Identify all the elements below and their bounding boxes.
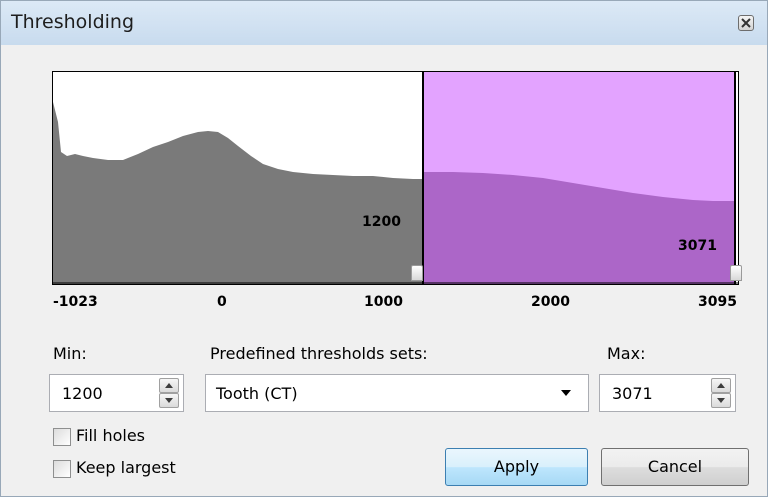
axis-tick-label: 0 bbox=[217, 294, 227, 310]
histogram-area-left bbox=[53, 102, 423, 284]
title-bar[interactable]: Thresholding bbox=[1, 1, 767, 45]
min-label: Min: bbox=[53, 344, 87, 363]
cancel-button[interactable]: Cancel bbox=[601, 448, 749, 486]
keep-largest-checkbox[interactable] bbox=[53, 460, 71, 478]
max-spin-buttons bbox=[711, 378, 731, 408]
axis-tick-label: 2000 bbox=[531, 294, 570, 310]
min-threshold-value-label: 1200 bbox=[362, 214, 401, 230]
axis-tick-label: 3095 bbox=[698, 294, 737, 310]
histogram-canvas[interactable] bbox=[52, 71, 739, 285]
keep-largest-label[interactable]: Keep largest bbox=[76, 458, 176, 477]
min-value[interactable]: 1200 bbox=[62, 384, 103, 403]
histogram-plot bbox=[53, 72, 738, 284]
chevron-down-icon bbox=[561, 390, 571, 396]
preset-selected-value: Tooth (CT) bbox=[216, 384, 298, 403]
max-label: Max: bbox=[607, 344, 646, 363]
apply-button[interactable]: Apply bbox=[445, 448, 588, 486]
min-decrement-button[interactable] bbox=[159, 393, 179, 408]
min-spinbox[interactable]: 1200 bbox=[49, 374, 184, 412]
axis-tick-label: -1023 bbox=[53, 294, 98, 310]
max-value[interactable]: 3071 bbox=[612, 384, 653, 403]
min-threshold-handle[interactable] bbox=[411, 265, 423, 281]
max-decrement-button[interactable] bbox=[711, 393, 731, 408]
min-increment-button[interactable] bbox=[159, 378, 179, 393]
max-increment-button[interactable] bbox=[711, 378, 731, 393]
close-button[interactable] bbox=[738, 15, 754, 31]
thresholding-dialog: Thresholding 1200 3071 -1023 0 1000 2000… bbox=[0, 0, 768, 497]
max-threshold-value-label: 3071 bbox=[678, 238, 717, 254]
max-threshold-handle[interactable] bbox=[730, 265, 742, 281]
preset-dropdown[interactable]: Tooth (CT) bbox=[205, 374, 589, 412]
close-icon bbox=[741, 18, 751, 28]
axis-tick-label: 1000 bbox=[364, 294, 403, 310]
min-spin-buttons bbox=[159, 378, 179, 408]
window-title: Thresholding bbox=[11, 11, 135, 33]
preset-label: Predefined thresholds sets: bbox=[210, 344, 428, 363]
fill-holes-label[interactable]: Fill holes bbox=[76, 426, 145, 445]
max-spinbox[interactable]: 3071 bbox=[599, 374, 736, 412]
fill-holes-checkbox[interactable] bbox=[53, 428, 71, 446]
